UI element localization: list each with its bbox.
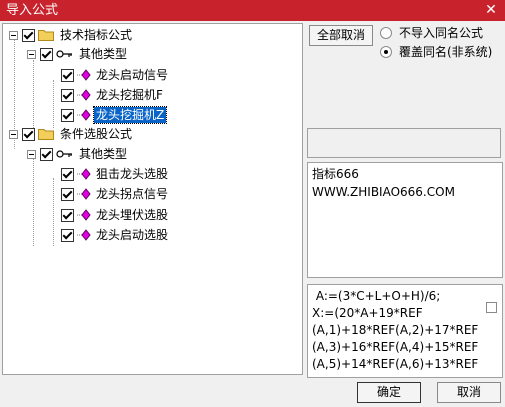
- folder-icon: [38, 30, 54, 41]
- formula-line-4: (A,3)+16*REF(A,4)+15*REF: [312, 340, 479, 354]
- radio-no-import[interactable]: 不导入同名公式: [380, 25, 485, 41]
- item-checkbox[interactable]: [61, 68, 74, 82]
- item-checkbox[interactable]: [61, 108, 74, 122]
- group-2-checkbox[interactable]: [22, 127, 35, 141]
- tree-subgroup-2[interactable]: 其他类型: [27, 145, 129, 163]
- description-box[interactable]: 指标666 WWW.ZHIBIAO666.COM: [307, 162, 503, 278]
- tree-item-selected[interactable]: 龙头挖掘机Z: [61, 106, 168, 124]
- formula-line-5: (A,5)+14*REF(A,6)+13*REF: [312, 357, 479, 371]
- folder-icon: [38, 129, 54, 140]
- tree-item-label: 龙头挖掘机Z: [92, 106, 168, 124]
- ok-button[interactable]: 确定: [357, 382, 421, 403]
- item-checkbox[interactable]: [61, 167, 74, 181]
- tree-item[interactable]: 龙头埋伏选股: [61, 206, 170, 224]
- tree-item[interactable]: 龙头启动选股: [61, 226, 170, 244]
- formula-line-1: A:=(3*C+L+O+H)/6;: [312, 289, 441, 303]
- item-checkbox[interactable]: [61, 228, 74, 242]
- subgroup-2-checkbox[interactable]: [40, 147, 53, 161]
- collapse-icon[interactable]: [9, 30, 18, 40]
- blank-field: [307, 128, 501, 158]
- group-1-checkbox[interactable]: [22, 28, 35, 42]
- cancel-all-button[interactable]: 全部取消: [309, 25, 373, 46]
- formula-item-icon: [77, 168, 91, 180]
- formula-line-2: X:=(20*A+19*REF: [312, 306, 423, 320]
- tree-subgroup-1[interactable]: 其他类型: [27, 45, 129, 63]
- tree-item-label: 龙头拐点信号: [96, 187, 169, 201]
- item-checkbox[interactable]: [61, 88, 74, 102]
- description-line-1: 指标666: [312, 167, 359, 181]
- window-title: 导入公式: [6, 3, 59, 18]
- tree-group-label: 技术指标公式: [60, 28, 133, 42]
- radio-no-import-input[interactable]: [380, 27, 392, 39]
- radio-overwrite-input[interactable]: [380, 46, 392, 58]
- subgroup-1-checkbox[interactable]: [40, 47, 53, 61]
- tree-item[interactable]: 龙头拐点信号: [61, 185, 170, 203]
- formula-line-3: (A,1)+18*REF(A,2)+17*REF: [312, 323, 479, 337]
- key-icon: [56, 50, 72, 58]
- radio-no-import-label: 不导入同名公式: [399, 26, 484, 40]
- cancel-button[interactable]: 取消: [437, 382, 501, 403]
- tree-item-label: 龙头启动选股: [96, 228, 169, 242]
- tree-item-label: 龙头挖掘机F: [96, 88, 163, 102]
- scroll-checkbox[interactable]: [486, 302, 497, 313]
- tree-group-1[interactable]: 技术指标公式: [9, 26, 134, 44]
- tree-group-label: 条件选股公式: [60, 127, 133, 141]
- formula-item-icon: [77, 89, 91, 101]
- tree-group-2[interactable]: 条件选股公式: [9, 125, 134, 143]
- collapse-icon[interactable]: [9, 129, 18, 139]
- formula-item-icon: [77, 229, 91, 241]
- key-icon: [56, 150, 72, 158]
- item-checkbox[interactable]: [61, 187, 74, 201]
- tree-item-label: 龙头启动信号: [96, 68, 169, 82]
- tree-item[interactable]: 龙头启动信号: [61, 66, 170, 84]
- tree-item[interactable]: 龙头挖掘机F: [61, 86, 165, 104]
- radio-overwrite-label: 覆盖同名(非系统): [399, 45, 493, 59]
- tree-item[interactable]: 狙击龙头选股: [61, 165, 170, 183]
- formula-source-box[interactable]: A:=(3*C+L+O+H)/6; X:=(20*A+19*REF (A,1)+…: [307, 284, 503, 378]
- description-line-2: WWW.ZHIBIAO666.COM: [312, 185, 455, 199]
- item-checkbox[interactable]: [61, 208, 74, 222]
- collapse-icon[interactable]: [27, 149, 36, 159]
- radio-overwrite[interactable]: 覆盖同名(非系统): [380, 44, 494, 60]
- tree-subgroup-label: 其他类型: [79, 147, 128, 161]
- formula-item-icon: [77, 69, 91, 81]
- tree-line: [53, 80, 54, 128]
- tree-item-label: 狙击龙头选股: [96, 167, 169, 181]
- collapse-icon[interactable]: [27, 49, 36, 59]
- formula-item-icon: [77, 109, 91, 121]
- title-bar: 导入公式 ✕: [0, 0, 505, 21]
- formula-item-icon: [77, 188, 91, 200]
- tree-item-label: 龙头埋伏选股: [96, 208, 169, 222]
- formula-tree[interactable]: 技术指标公式 其他类型 龙头启动信号 龙头挖掘机F 龙头挖掘机Z 条件选股公式 …: [2, 23, 303, 375]
- tree-line: [33, 158, 34, 246]
- close-icon[interactable]: ✕: [483, 1, 499, 19]
- tree-subgroup-label: 其他类型: [79, 47, 128, 61]
- tree-line: [53, 178, 54, 246]
- formula-item-icon: [77, 209, 91, 221]
- tree-line: [33, 60, 34, 128]
